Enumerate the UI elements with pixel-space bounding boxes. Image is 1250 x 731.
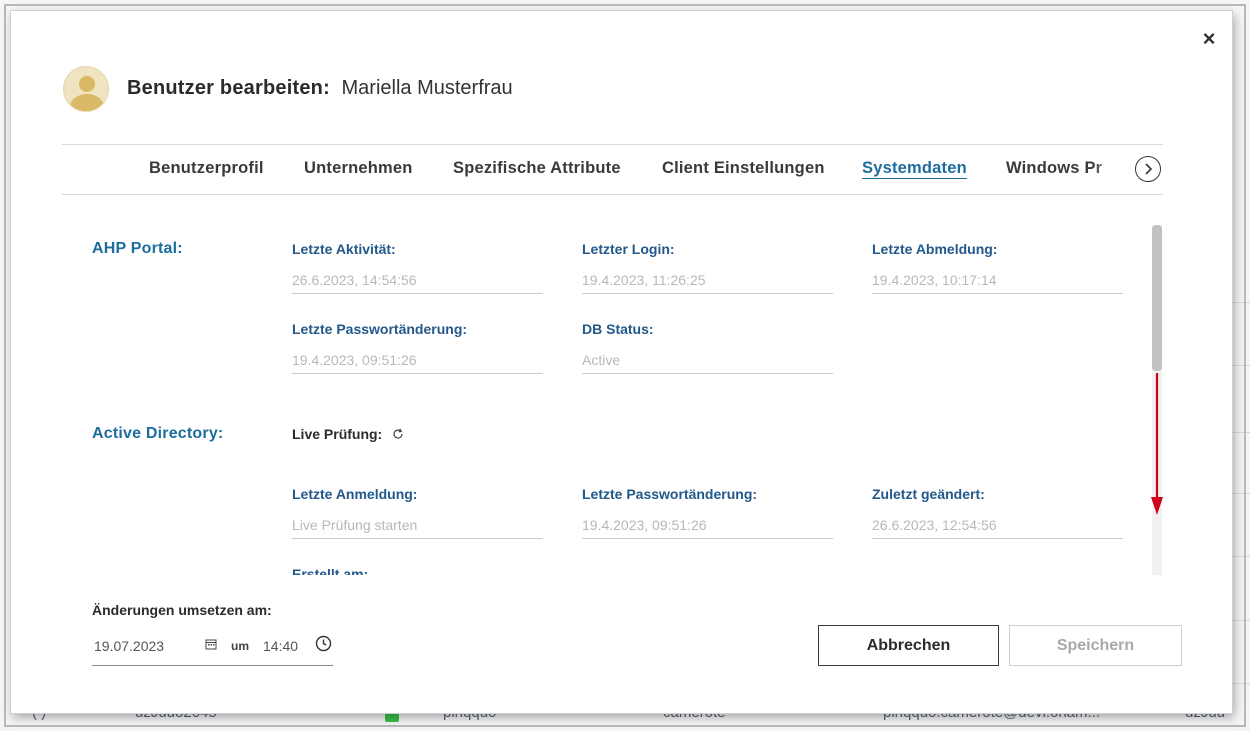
dialog-title-label: Benutzer bearbeiten:	[127, 77, 330, 99]
date-input[interactable]: 19.07.2023	[94, 638, 164, 654]
time-input[interactable]: 14:40	[263, 638, 298, 654]
schedule-datetime-field: 19.07.2023 um 14:40	[92, 631, 333, 666]
dialog-title: Benutzer bearbeiten: Mariella Musterfrau	[127, 77, 513, 100]
field-zuletzt-geaendert: Zuletzt geändert: 26.6.2023, 12:54:56	[872, 486, 1123, 539]
apply-changes-label: Änderungen umsetzen am:	[92, 602, 272, 618]
field-letzter-login: Letzter Login: 19.4.2023, 11:26:25	[582, 241, 833, 294]
field-label: Letzte Abmeldung:	[872, 241, 998, 257]
field-value: 19.4.2023, 10:17:14	[872, 270, 1123, 294]
down-arrow-annotation	[1151, 373, 1163, 515]
save-button[interactable]: Speichern	[1009, 625, 1182, 666]
live-check-label: Live Prüfung:	[292, 426, 383, 442]
tab-windows-profil[interactable]: Windows Pr	[1006, 159, 1102, 178]
field-label: DB Status:	[582, 321, 654, 337]
tab-client-einstellungen[interactable]: Client Einstellungen	[662, 159, 825, 178]
cancel-button[interactable]: Abbrechen	[818, 625, 999, 666]
field-ad-letzte-passwortaenderung: Letzte Passwortänderung: 19.4.2023, 09:5…	[582, 486, 833, 539]
field-letzte-abmeldung: Letzte Abmeldung: 19.4.2023, 10:17:14	[872, 241, 1123, 294]
avatar-head	[79, 76, 95, 92]
field-value: 26.6.2023, 14:54:56	[292, 270, 543, 294]
live-check-row: Live Prüfung:	[292, 426, 404, 442]
time-separator-label: um	[231, 639, 249, 653]
field-label: Zuletzt geändert:	[872, 486, 985, 502]
user-name: Mariella Musterfrau	[341, 77, 513, 99]
field-label: Erstellt am:	[292, 566, 369, 575]
background-row-divider	[1232, 556, 1250, 557]
field-letzte-anmeldung: Letzte Anmeldung: Live Prüfung starten	[292, 486, 543, 539]
tabs-next-button[interactable]	[1135, 156, 1161, 182]
tab-systemdaten[interactable]: Systemdaten	[862, 159, 967, 178]
background-row-divider	[1232, 302, 1250, 303]
field-value: 26.6.2023, 12:54:56	[872, 515, 1123, 539]
tab-benutzerprofil[interactable]: Benutzerprofil	[149, 159, 264, 178]
background-row-divider	[1232, 683, 1250, 684]
field-value: 19.4.2023, 09:51:26	[582, 515, 833, 539]
scrollbar-thumb[interactable]	[1152, 225, 1162, 371]
background-row-divider	[1232, 365, 1250, 366]
background-row-divider	[1232, 432, 1250, 433]
background-row-divider	[1232, 620, 1250, 621]
field-db-status: DB Status: Active	[582, 321, 833, 374]
avatar	[63, 66, 109, 112]
field-value: 19.4.2023, 11:26:25	[582, 270, 833, 294]
field-value: Live Prüfung starten	[292, 515, 543, 539]
refresh-icon[interactable]	[392, 428, 404, 440]
field-label: Letzte Aktivität:	[292, 241, 396, 257]
background-row-divider	[1232, 493, 1250, 494]
calendar-icon[interactable]	[205, 638, 217, 650]
section-title-active-directory: Active Directory:	[92, 425, 224, 442]
tab-unternehmen[interactable]: Unternehmen	[304, 159, 413, 178]
section-title-ahp-portal: AHP Portal:	[92, 240, 183, 257]
close-button[interactable]: ×	[1197, 27, 1221, 51]
field-value: Active	[582, 350, 833, 374]
field-letzte-passwortaenderung: Letzte Passwortänderung: 19.4.2023, 09:5…	[292, 321, 543, 374]
tab-bar: Benutzerprofil Unternehmen Spezifische A…	[62, 144, 1163, 195]
clock-icon[interactable]	[315, 635, 332, 652]
field-letzte-aktivitaet: Letzte Aktivität: 26.6.2023, 14:54:56	[292, 241, 543, 294]
field-value: 19.4.2023, 09:51:26	[292, 350, 543, 374]
systemdaten-panel: AHP Portal: Letzte Aktivität: 26.6.2023,…	[62, 207, 1163, 575]
field-erstellt-am: Erstellt am:	[292, 566, 543, 575]
avatar-body	[70, 94, 104, 111]
edit-user-dialog: × Benutzer bearbeiten: Mariella Musterfr…	[11, 11, 1232, 713]
field-label: Letzte Anmeldung:	[292, 486, 418, 502]
tab-spezifische-attribute[interactable]: Spezifische Attribute	[453, 159, 621, 178]
field-label: Letzter Login:	[582, 241, 675, 257]
field-label: Letzte Passwortänderung:	[582, 486, 758, 502]
chevron-right-icon	[1145, 163, 1153, 175]
field-label: Letzte Passwortänderung:	[292, 321, 468, 337]
